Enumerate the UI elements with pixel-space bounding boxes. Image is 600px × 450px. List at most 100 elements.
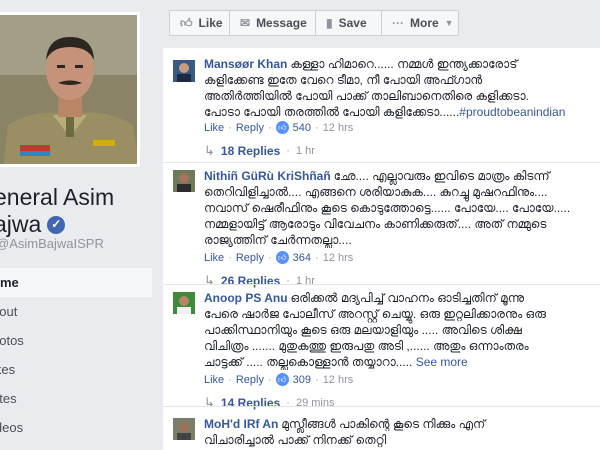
verified-badge-icon: ✓ — [47, 215, 66, 234]
comment-body: MoH'd IRf An മുസ്ലീങ്ങൾ പാകിന്റെ കൂടെ നിക… — [204, 416, 599, 448]
reply-arrow-icon: ↳ — [204, 395, 215, 410]
message-icon: ✉ — [240, 16, 251, 30]
more-button[interactable]: ··· More ▼ — [381, 10, 459, 36]
comment-line: പേരെ ഷാർജ പോലീസ് അറസ്റ്റ് ചെയ്യു. ഒരു ഇറ… — [204, 307, 546, 321]
nav-notes[interactable]: otes — [0, 384, 155, 413]
comment-body: Mansøør Khan കള്ളാ ഹിമാറെ...... നമ്മൾ ഇന്… — [204, 56, 599, 120]
comment-time[interactable]: 12 hrs — [323, 122, 354, 134]
comment-author[interactable]: Anoop PS Anu — [204, 291, 288, 305]
profile-picture[interactable] — [0, 12, 140, 167]
comment-meta: Like · Reply · 👍︎ 364 · 12 hrs — [204, 251, 354, 264]
like-page-label: Like — [198, 16, 223, 30]
avatar[interactable] — [173, 60, 195, 82]
comment-line: ചാട്ടക്ക് ..... തല്ലുകൊള്ളാൻ തയ്യാറാ....… — [204, 355, 413, 369]
replies-label: 26 Replies — [220, 274, 281, 288]
comment-author[interactable]: Mansøør Khan — [204, 57, 287, 71]
comment-line: തെറിവിളിച്ചാൽ.... എങ്ങനെ ശരിയാകുക.... കു… — [204, 185, 548, 199]
avatar[interactable] — [173, 170, 195, 192]
replies-time: 29 mins — [295, 397, 335, 409]
page-action-bar: 👍︎ Like ✉ Message ▮ Save ··· More ▼ — [155, 0, 600, 42]
comment-author[interactable]: MoH'd IRf An — [204, 417, 278, 431]
like-reaction-icon: 👍︎ — [275, 251, 289, 264]
like-page-button[interactable]: 👍︎ Like — [169, 10, 231, 36]
nav-photos-label: hotos — [0, 333, 24, 348]
nav-photos[interactable]: hotos — [0, 326, 155, 355]
message-button[interactable]: ✉ Message — [229, 10, 317, 36]
nav-videos[interactable]: ideos — [0, 413, 155, 442]
replies-label: 14 Replies — [220, 396, 281, 410]
save-label: Save — [338, 16, 367, 30]
view-replies[interactable]: ↳ 14 Replies · 29 mins — [204, 395, 334, 411]
page-handle[interactable]: @AsimBajwaISPR — [0, 236, 104, 251]
reply-arrow-icon: ↳ — [204, 273, 215, 288]
nav-home[interactable]: ome — [0, 268, 152, 297]
page-sidebar: eneral Asim ajwa ✓ @AsimBajwaISPR ome bo… — [0, 0, 155, 450]
divider — [163, 284, 600, 285]
comment-line: അതിർത്തിയിൽ പോയി പാക്ക് താലിബാനെതിരെ കളി… — [204, 89, 529, 103]
like-reaction-icon: 👍︎ — [275, 373, 289, 386]
replies-label: 18 Replies — [220, 144, 281, 158]
comment-line: പാക്കിസ്ഥാനിയും കൂടെ ഒരു മലയാളിയും .....… — [204, 323, 522, 337]
comment-line: വിചിത്രം ....... മുതുകത്തു ഇരുപതു അടി ,.… — [204, 339, 529, 353]
comment-reply-link[interactable]: Reply — [236, 252, 264, 264]
caret-down-icon: ▼ — [444, 18, 454, 28]
comment-meta: Like · Reply · 👍︎ 540 · 12 hrs — [204, 121, 354, 134]
reply-arrow-icon: ↳ — [204, 143, 215, 158]
nav-home-label: ome — [0, 275, 19, 290]
bookmark-icon: ▮ — [326, 16, 333, 30]
reaction-count[interactable]: 364 — [293, 252, 311, 264]
reaction-count[interactable]: 309 — [293, 374, 311, 386]
comment-time[interactable]: 12 hrs — [323, 252, 354, 264]
profile-photo-image — [0, 15, 137, 164]
avatar-image — [173, 170, 195, 192]
avatar[interactable] — [173, 418, 195, 440]
see-more-link[interactable]: See more — [416, 355, 468, 369]
message-label: Message — [256, 16, 307, 30]
comment-time[interactable]: 12 hrs — [323, 374, 354, 386]
page-title[interactable]: eneral Asim ajwa ✓ — [0, 184, 154, 238]
comment-author[interactable]: Nithiñ GüRù KriShñañ — [204, 169, 331, 183]
nav-notes-label: otes — [0, 391, 17, 406]
comment-like-link[interactable]: Like — [204, 374, 224, 386]
nav-about[interactable]: bout — [0, 297, 155, 326]
avatar-image — [173, 418, 195, 440]
thumbs-up-icon: 👍︎ — [180, 15, 193, 30]
nav-videos-label: ideos — [0, 420, 24, 435]
save-button[interactable]: ▮ Save — [315, 10, 383, 36]
comment-line: വിചാരിച്ചാൽ പാക്ക് നിനക്ക് തെറ്റി — [204, 433, 387, 447]
comment-line: മുസ്ലീങ്ങൾ പാകിന്റെ കൂടെ നിക്കും എന് — [281, 417, 486, 431]
page-nav: ome bout hotos ikes otes ideos — [0, 268, 155, 442]
comment-line: നവാസ് ഷെരീഫിനും കൂടെ കൊടുത്തോട്ടെ...... … — [204, 201, 571, 215]
page-handle-text: AsimBajwaISPR — [9, 236, 104, 251]
nav-likes-label: ikes — [0, 362, 16, 377]
comment-line: നമ്മളായിട്ട് ആരോടും വിവേചനം കാണിക്കരുത്.… — [204, 217, 547, 231]
replies-time: 1 hr — [295, 275, 315, 287]
like-reaction-icon: 👍︎ — [275, 121, 289, 134]
view-replies[interactable]: ↳ 18 Replies · 1 hr — [204, 143, 315, 159]
comment-meta: Like · Reply · 👍︎ 309 · 12 hrs — [204, 373, 354, 386]
comment-line: രാജ്യത്തിന് ചേർന്നതല്ലാ.... — [204, 233, 352, 247]
divider — [163, 162, 600, 163]
avatar[interactable] — [173, 292, 195, 314]
more-label: More — [410, 16, 439, 30]
replies-time: 1 hr — [295, 145, 315, 157]
comment-line: ഒരിക്കൽ മദ്യപിച്ച് വാഹനം ഓടിച്ചതിന് മൂന്… — [290, 291, 525, 305]
nav-likes[interactable]: ikes — [0, 355, 155, 384]
comment-body: Nithiñ GüRù KriShñañ ഛേ.... എല്ലാവരും ഇവി… — [204, 168, 599, 248]
comment-line: കള്ളാ ഹിമാറെ...... നമ്മൾ ഇന്ത്യക്കാരോട് — [290, 57, 518, 71]
comment-like-link[interactable]: Like — [204, 252, 224, 264]
comment-like-link[interactable]: Like — [204, 122, 224, 134]
page-title-line2: ajwa — [0, 211, 42, 237]
reaction-count[interactable]: 540 — [293, 122, 311, 134]
page-title-line1: eneral Asim — [0, 184, 115, 210]
avatar-image — [173, 292, 195, 314]
comment-line: കളിക്കേണ്ട ഇതേ വേറെ ടീമാ, നീ പോയി അഫ്ഗാൻ — [204, 73, 483, 87]
comment-reply-link[interactable]: Reply — [236, 122, 264, 134]
comment-body: Anoop PS Anu ഒരിക്കൽ മദ്യപിച്ച് വാഹനം ഓടി… — [204, 290, 599, 370]
comment-reply-link[interactable]: Reply — [236, 374, 264, 386]
view-replies[interactable]: ↳ 26 Replies · 1 hr — [204, 273, 315, 289]
hashtag-link[interactable]: #proudtobeanindian — [459, 105, 565, 119]
divider — [163, 406, 600, 407]
comment-line: ഛേ.... എല്ലാവരും ഇവിടെ മാത്രം കിടന്ന് — [333, 169, 550, 183]
comments-list: Mansøør Khan കള്ളാ ഹിമാറെ...... നമ്മൾ ഇന്… — [163, 48, 600, 450]
